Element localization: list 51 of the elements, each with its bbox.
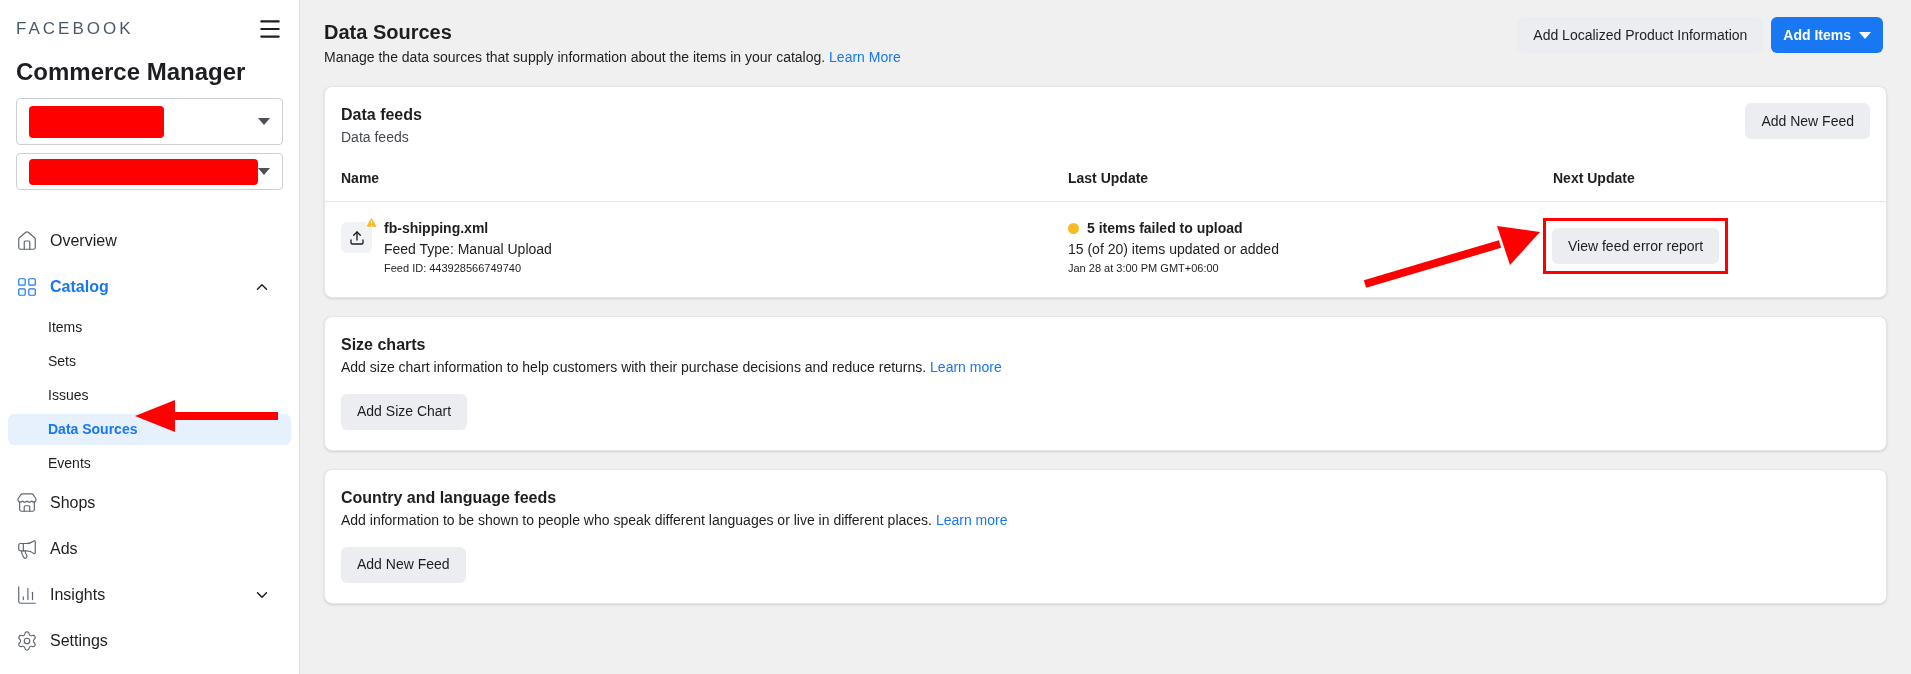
nav-item[interactable]: Settings xyxy=(16,618,283,664)
learn-more-link[interactable]: Learn more xyxy=(935,511,1008,528)
nav-item[interactable]: Shops xyxy=(16,480,283,526)
column-header: Name xyxy=(341,169,381,188)
column-header: Next Update xyxy=(1553,169,1636,188)
catalog-selector[interactable] xyxy=(16,153,283,190)
feed-id: Feed ID: 443928566749740 xyxy=(384,261,522,276)
update-counts: 15 (of 20) items updated or added xyxy=(1068,240,1280,259)
view-error-report-button[interactable]: View feed error report xyxy=(1552,228,1720,264)
nav-item[interactable]: Insights xyxy=(16,572,283,618)
nav-icon xyxy=(16,492,38,514)
subnav-item[interactable]: Events xyxy=(8,447,291,479)
card-action-button[interactable]: Add New Feed xyxy=(341,546,466,583)
status-text: 5 items failed to upload xyxy=(1087,219,1243,238)
add-items-button[interactable]: Add Items xyxy=(1771,17,1883,53)
learn-more-link[interactable]: Learn more xyxy=(930,358,1002,375)
subnav-item[interactable]: Issues xyxy=(8,379,291,411)
add-new-feed-button[interactable]: Add New Feed xyxy=(1745,103,1870,139)
card-description: Add information to be shown to people who speak different languages or live in different places. xyxy=(341,511,932,528)
card-subtitle: Data feeds xyxy=(341,128,410,147)
app-title: Commerce Manager xyxy=(16,57,247,87)
nav-icon xyxy=(16,230,38,252)
feed-type: Feed Type: Manual Upload xyxy=(384,240,552,259)
add-localized-button[interactable]: Add Localized Product Information xyxy=(1517,17,1764,53)
caret-icon xyxy=(258,118,270,125)
nav-icon xyxy=(16,630,38,652)
warning-icon xyxy=(365,216,378,229)
card-title: Data feeds xyxy=(341,105,422,125)
caret-icon xyxy=(258,168,270,175)
page-description: Manage the data sources that supply information about the items in your catalog. xyxy=(324,49,826,65)
caret-icon xyxy=(1859,31,1871,39)
card-title: Size charts xyxy=(341,334,426,355)
feed-name[interactable]: fb-shipping.xml xyxy=(384,218,552,239)
column-header: Last Update xyxy=(1068,169,1150,188)
card-description: Add size chart information to help customers with their purchase decisions and reduce returns. xyxy=(341,358,927,375)
nav-icon xyxy=(16,276,38,298)
subnav-item[interactable]: Sets xyxy=(8,345,291,377)
learn-more-link[interactable]: Learn More xyxy=(829,49,901,65)
account-selector[interactable] xyxy=(16,98,283,145)
nav-icon xyxy=(16,538,38,560)
card-action-button[interactable]: Add Size Chart xyxy=(341,393,468,430)
brand-wordmark: FACEBOOK xyxy=(16,18,134,41)
page-title: Data Sources xyxy=(324,20,453,45)
upload-icon xyxy=(348,229,365,246)
subnav-item[interactable]: Items xyxy=(8,311,291,343)
card-title: Country and language feeds xyxy=(341,487,557,508)
nav-item[interactable]: Ads xyxy=(16,526,283,572)
update-time: Jan 28 at 3:00 PM GMT+06:00 xyxy=(1068,261,1220,276)
nav-icon xyxy=(16,584,38,606)
nav-item[interactable]: Overview xyxy=(16,218,283,264)
nav-item[interactable]: Catalog xyxy=(16,264,283,310)
